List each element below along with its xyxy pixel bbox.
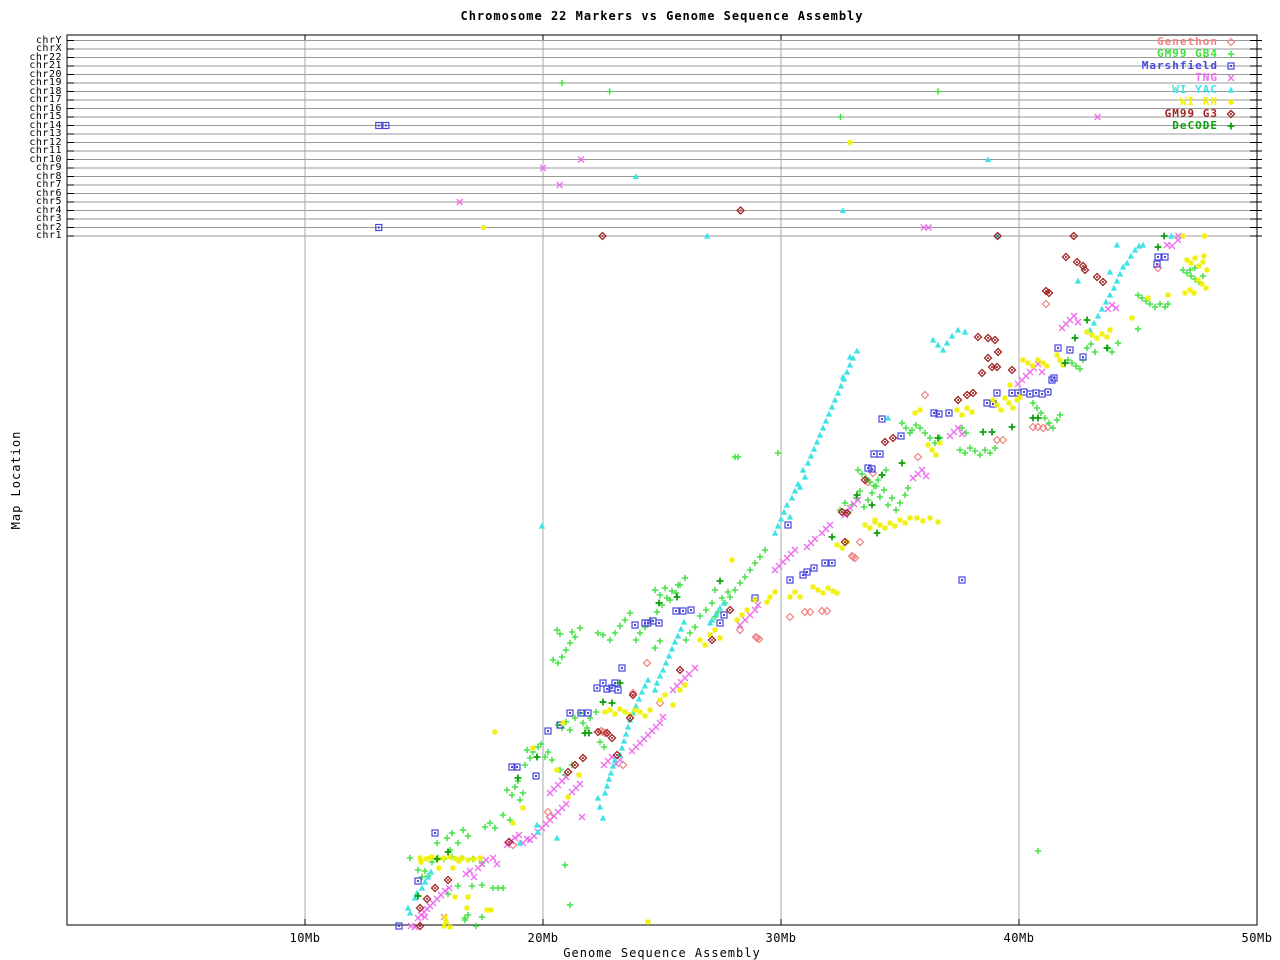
legend-label-marshfield: Marshfield [1141, 59, 1218, 72]
chromosome-label-chr1: chr1 [35, 230, 62, 241]
chart-canvas: Chromosome 22 Markers vs Genome Sequence… [0, 0, 1280, 960]
legend-label-gm99-g3: GM99 G3 [1164, 107, 1218, 120]
legend [1226, 37, 1236, 130]
legend-label-wi-rh: WI RH [1179, 95, 1218, 108]
x-tick-label: 10Mb [289, 931, 321, 945]
y-axis-label: Map Location [9, 430, 23, 530]
series-points-wi-rh [417, 139, 1210, 930]
series-points-decode [414, 232, 1168, 900]
series-points-gm99-gb4 [406, 79, 1207, 930]
scatter-plot [66, 34, 1262, 931]
legend-label-genethon: Genethon [1157, 35, 1218, 48]
legend-label-wi-yac: WI YAC [1172, 83, 1218, 96]
x-tick-label: 50Mb [1241, 931, 1273, 945]
series-points-marshfield [375, 121, 1169, 930]
legend-label-gm99-gb4: GM99 GB4 [1157, 47, 1218, 60]
x-tick-label: 30Mb [765, 931, 797, 945]
x-tick-label: 40Mb [1003, 931, 1035, 945]
chart-title: Chromosome 22 Markers vs Genome Sequence… [460, 9, 864, 23]
legend-label-decode: DeCODE [1172, 119, 1218, 132]
x-axis-label: Genome Sequence Assembly [563, 946, 761, 960]
legend-label-tng: TNG [1195, 71, 1218, 84]
series-points-gm99-g3 [415, 206, 1108, 931]
x-tick-label: 20Mb [527, 931, 559, 945]
